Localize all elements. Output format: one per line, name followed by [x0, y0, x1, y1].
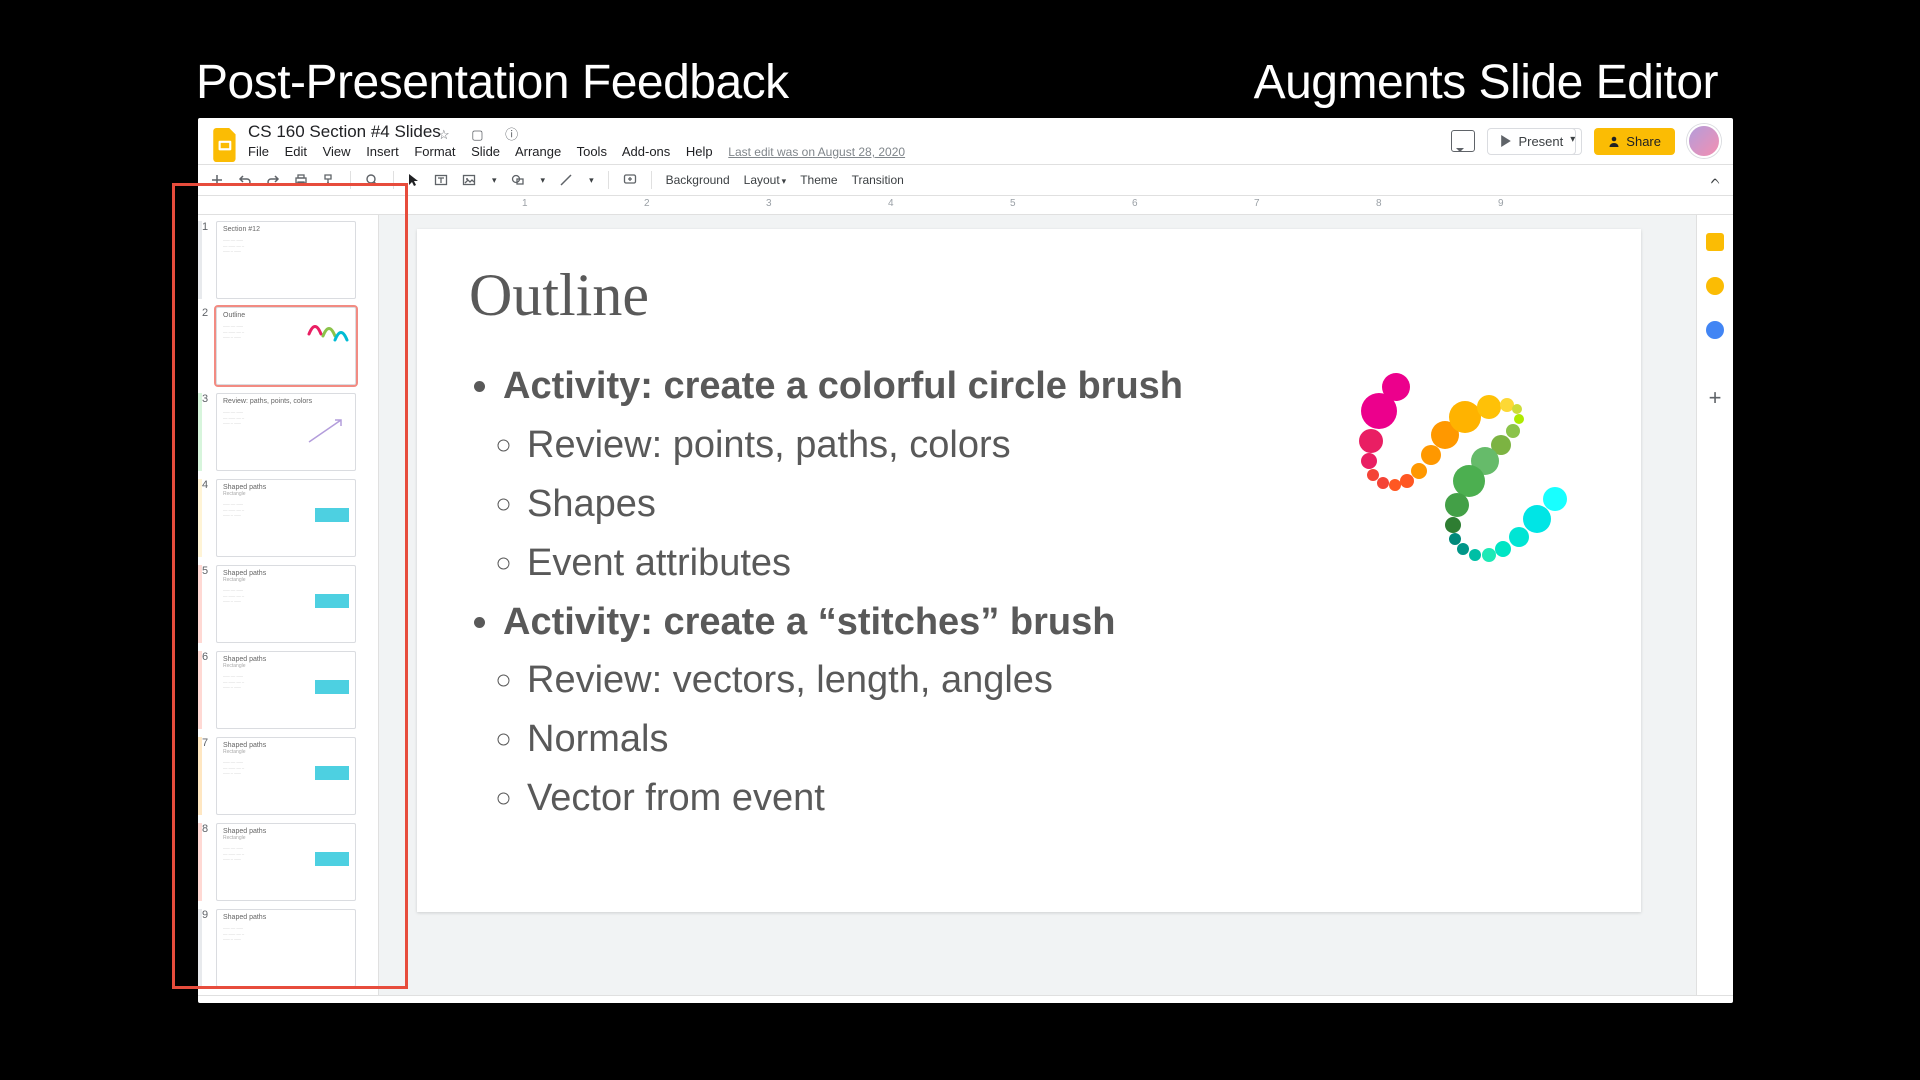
slide-bullet-activity2: Activity: create a “stitches” brush: [503, 593, 1183, 652]
slide-thumbnail[interactable]: 6 Shaped pathsRectangle ––– –– ––––– –––…: [216, 651, 378, 729]
menu-file[interactable]: File: [248, 144, 269, 159]
thumb-number: 3: [202, 393, 208, 405]
image-icon[interactable]: [462, 173, 476, 187]
ruler-tick: 4: [888, 198, 894, 209]
toolbar-layout[interactable]: Layout▾: [744, 173, 787, 187]
menu-addons[interactable]: Add-ons: [622, 144, 670, 159]
play-icon: [1500, 135, 1512, 147]
present-label: Present: [1518, 134, 1563, 149]
paint-format-icon[interactable]: [322, 173, 336, 187]
menu-view[interactable]: View: [323, 144, 351, 159]
slide-body[interactable]: Activity: create a colorful circle brush…: [469, 357, 1183, 828]
person-icon: [1608, 135, 1620, 147]
textbox-icon[interactable]: [434, 173, 448, 187]
thumb-number: 7: [202, 737, 208, 749]
slide-subbullet: Review: vectors, length, angles: [527, 651, 1183, 710]
menu-arrange[interactable]: Arrange: [515, 144, 561, 159]
slide-thumbnail[interactable]: 2 Outline ––– –– ––––– ––– –– –––– – –––: [216, 307, 378, 385]
doc-quick-icons[interactable]: ☆ ▢ ⓘ: [438, 124, 527, 143]
calendar-addon-icon[interactable]: [1706, 233, 1724, 251]
menu-slide[interactable]: Slide: [471, 144, 500, 159]
slides-logo-icon: [213, 128, 239, 162]
slide-subbullet: Vector from event: [527, 769, 1183, 828]
keep-addon-icon[interactable]: [1706, 277, 1724, 295]
thumb-number: 4: [202, 479, 208, 491]
select-cursor-icon[interactable]: [408, 173, 420, 187]
last-edit-text[interactable]: Last edit was on August 28, 2020: [728, 145, 905, 159]
menu-bar: File Edit View Insert Format Slide Arran…: [248, 144, 917, 159]
share-label: Share: [1626, 134, 1661, 149]
slide-subbullet: Normals: [527, 710, 1183, 769]
ruler-tick: 6: [1132, 198, 1138, 209]
thumb-number: 6: [202, 651, 208, 663]
account-avatar[interactable]: [1687, 124, 1721, 158]
slides-editor-window: CS 160 Section #4 Slides ☆ ▢ ⓘ File Edit…: [198, 118, 1733, 1003]
colorful-brush-illustration: [1341, 369, 1581, 599]
thumb-number: 5: [202, 565, 208, 577]
line-icon[interactable]: [559, 173, 573, 187]
ruler-tick: 8: [1376, 198, 1382, 209]
speaker-notes[interactable]: lick to add speaker notes: [198, 995, 1733, 1003]
slide-thumbnail[interactable]: 4 Shaped pathsRectangle ––– –– ––––– –––…: [216, 479, 378, 557]
print-icon[interactable]: [294, 173, 308, 187]
shape-dropdown-icon[interactable]: ▾: [541, 175, 546, 186]
thumb-number: 9: [202, 909, 208, 921]
slide-subbullet: Shapes: [527, 475, 1183, 534]
comment-add-icon[interactable]: [623, 173, 637, 187]
title-bar: CS 160 Section #4 Slides ☆ ▢ ⓘ File Edit…: [198, 118, 1733, 165]
slide-thumbnail[interactable]: 3 Review: paths, points, colors ––– –– –…: [216, 393, 378, 471]
slide-bullet-activity1: Activity: create a colorful circle brush: [503, 357, 1183, 416]
slide-thumbnail[interactable]: 8 Shaped pathsRectangle ––– –– ––––– –––…: [216, 823, 378, 901]
toolbar-layout-label: Layout: [744, 173, 780, 187]
slide-title[interactable]: Outline: [469, 261, 649, 330]
menu-insert[interactable]: Insert: [366, 144, 399, 159]
thumb-number: 2: [202, 307, 208, 319]
toolbar: ▾ ▾ ▾ Background Layout▾ Theme Transitio…: [198, 165, 1733, 196]
tasks-addon-icon[interactable]: [1706, 321, 1724, 339]
slide-subbullet: Event attributes: [527, 534, 1183, 593]
ruler-tick: 3: [766, 198, 772, 209]
ruler-tick: 1: [522, 198, 528, 209]
ruler: 1 2 3 4 5 6 7 8 9: [198, 196, 1733, 215]
toolbar-transition[interactable]: Transition: [852, 173, 904, 187]
slide-thumbnail[interactable]: 7 Shaped pathsRectangle ––– –– ––––– –––…: [216, 737, 378, 815]
shape-icon[interactable]: [511, 173, 525, 187]
image-dropdown-icon[interactable]: ▾: [492, 175, 497, 186]
slide-thumbnail[interactable]: 1 Section #12 ––– –– ––––– ––– –– –––– –…: [216, 221, 378, 299]
undo-icon[interactable]: [238, 173, 252, 187]
menu-format[interactable]: Format: [414, 144, 455, 159]
menu-tools[interactable]: Tools: [577, 144, 607, 159]
document-title[interactable]: CS 160 Section #4 Slides: [248, 122, 441, 142]
caption-right: Augments Slide Editor: [1254, 55, 1718, 110]
ruler-tick: 5: [1010, 198, 1016, 209]
line-dropdown-icon[interactable]: ▾: [589, 175, 594, 186]
present-button[interactable]: Present: [1487, 128, 1576, 155]
ruler-tick: 7: [1254, 198, 1260, 209]
toolbar-collapse-icon[interactable]: ᨈ: [1711, 173, 1721, 188]
toolbar-background[interactable]: Background: [666, 173, 730, 187]
thumb-number: 1: [202, 221, 208, 233]
zoom-icon[interactable]: [365, 173, 379, 187]
canvas-area[interactable]: Outline Activity: create a colorful circ…: [379, 215, 1696, 995]
toolbar-theme[interactable]: Theme: [800, 173, 837, 187]
new-slide-icon[interactable]: [210, 173, 224, 187]
slide-thumbnail[interactable]: 5 Shaped pathsRectangle ––– –– ––––– –––…: [216, 565, 378, 643]
slide-thumbnails-panel[interactable]: 1 Section #12 ––– –– ––––– ––– –– –––– –…: [198, 215, 379, 995]
side-panel: +: [1696, 215, 1733, 995]
present-dropdown[interactable]: ▾: [1564, 128, 1582, 155]
share-button[interactable]: Share: [1594, 128, 1675, 155]
caption-left: Post-Presentation Feedback: [196, 55, 789, 110]
slide-subbullet: Review: points, paths, colors: [527, 416, 1183, 475]
ruler-tick: 9: [1498, 198, 1504, 209]
menu-help[interactable]: Help: [686, 144, 713, 159]
slide-canvas[interactable]: Outline Activity: create a colorful circ…: [417, 229, 1641, 912]
comments-icon[interactable]: [1451, 130, 1475, 152]
add-addon-icon[interactable]: +: [1709, 385, 1722, 411]
menu-edit[interactable]: Edit: [285, 144, 307, 159]
slide-thumbnail[interactable]: 9 Shaped paths ––– –– ––––– ––– –– –––– …: [216, 909, 378, 987]
ruler-tick: 2: [644, 198, 650, 209]
redo-icon[interactable]: [266, 173, 280, 187]
thumb-number: 8: [202, 823, 208, 835]
